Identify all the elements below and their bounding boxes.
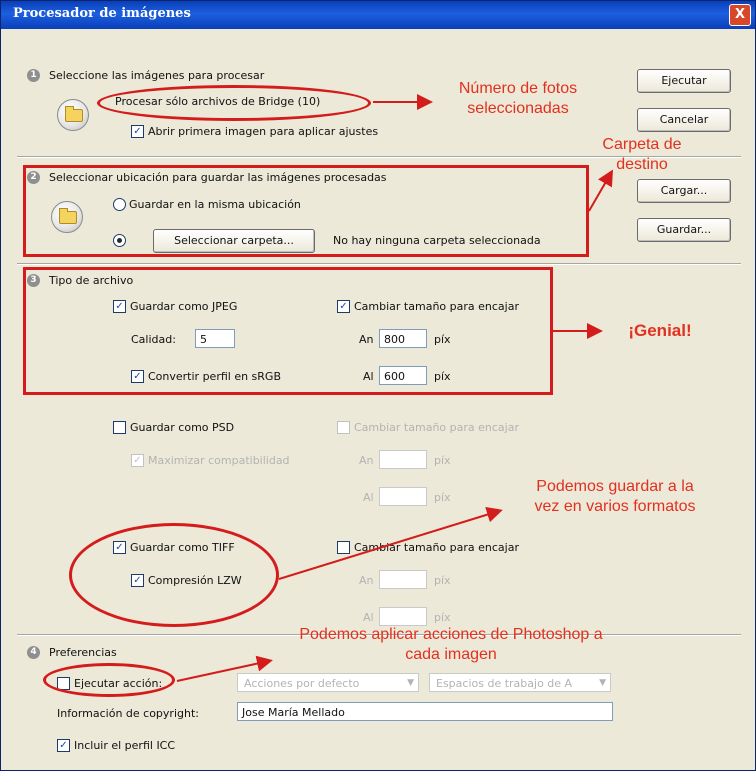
annotation-destination: Carpeta de destino	[602, 136, 682, 173]
annotation-great: ¡Genial!	[628, 321, 692, 340]
arrow-destination	[588, 169, 614, 212]
annotation-photo-count: Número de fotos seleccionadas	[458, 80, 578, 117]
annotation-actions: Podemos aplicar acciones de Photoshop a …	[299, 626, 603, 663]
annotation-multi-format: Podemos guardar a la vez en varios forma…	[534, 478, 696, 515]
image-processor-dialog: Procesador de imágenes X 1 Seleccione la…	[0, 0, 756, 771]
arrow-multi-format	[278, 506, 503, 580]
